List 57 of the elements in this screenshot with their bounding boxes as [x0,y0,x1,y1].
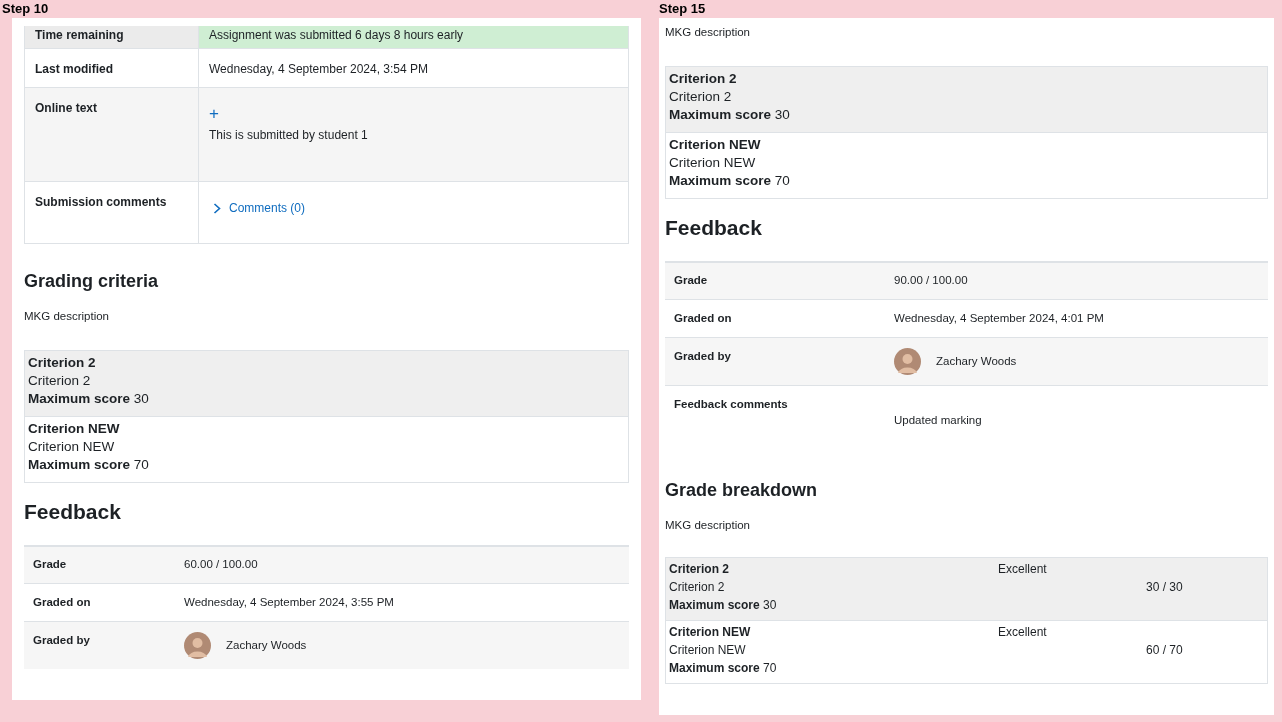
section-heading: Feedback [24,499,122,525]
row-label: Graded on [33,595,91,608]
row-label: Grade [674,274,708,287]
criterion-description: Criterion NEW [28,438,116,456]
criterion-title: Criterion NEW [669,624,752,641]
row-label: Last modified [35,62,113,76]
status-text: Assignment was submitted 6 days 8 hours early [209,28,464,42]
row-label: Graded by [674,350,731,362]
criterion-score: 60 / 70 [1146,642,1183,659]
criterion-description: Criterion 2 [669,579,726,596]
row-label: Grade [33,558,67,571]
row-value: Wednesday, 4 September 2024, 4:01 PM [894,311,1104,324]
maximum-score: Maximum score 70 [669,660,778,677]
criterion-description: Criterion 2 [28,372,92,390]
row-label: Time remaining [35,28,124,42]
row-label: Feedback comments [674,398,788,410]
avatar [184,632,211,659]
row-label: Graded by [33,634,90,646]
comments-link[interactable]: Comments (0) [209,199,618,217]
criterion-title: Criterion NEW [28,420,121,438]
level-label: Excellent [998,562,1047,576]
section-heading: Grade breakdown [665,479,819,501]
row-value: Wednesday, 4 September 2024, 3:55 PM [184,595,394,608]
online-text: This is submitted by student 1 [209,127,368,144]
criterion-description: Criterion NEW [669,642,747,659]
avatar [894,348,921,375]
row-label: Submission comments [35,195,167,209]
maximum-score: Maximum score 70 [28,456,149,474]
criterion-description: Criterion NEW [669,154,757,172]
criterion-title: Criterion 2 [669,70,738,88]
criterion-title: Criterion 2 [28,354,97,372]
expand-button[interactable]: + [209,105,219,122]
maximum-score: Maximum score 30 [669,597,778,614]
row-label: Online text [35,101,97,115]
criterion-description: Criterion 2 [669,88,733,106]
maximum-score: Maximum score 70 [669,172,790,190]
section-description: MKG description [665,518,751,533]
level-label: Excellent [998,625,1047,639]
row-value: Wednesday, 4 September 2024, 3:54 PM [209,62,429,76]
chevron-icon [213,202,221,214]
section-heading: Grading criteria [24,270,160,292]
row-value: 60.00 / 100.00 [184,558,258,571]
criterion-title: Criterion NEW [669,136,762,154]
maximum-score: Maximum score 30 [28,390,149,408]
row-value: 90.00 / 100.00 [894,274,968,287]
maximum-score: Maximum score 30 [669,106,790,124]
step-label: Step 15 [659,0,707,18]
section-description: MKG description [24,309,110,324]
section-heading: Feedback [665,215,763,241]
user-link[interactable]: Zachary Woods [226,636,307,655]
criterion-score: 30 / 30 [1146,579,1183,596]
row-label: Graded on [674,311,732,324]
section-description: MKG description [665,25,751,40]
criterion-title: Criterion 2 [669,561,730,578]
feedback-comment: Updated marking [894,413,983,428]
step-label: Step 10 [2,0,50,18]
user-link[interactable]: Zachary Woods [936,352,1017,371]
